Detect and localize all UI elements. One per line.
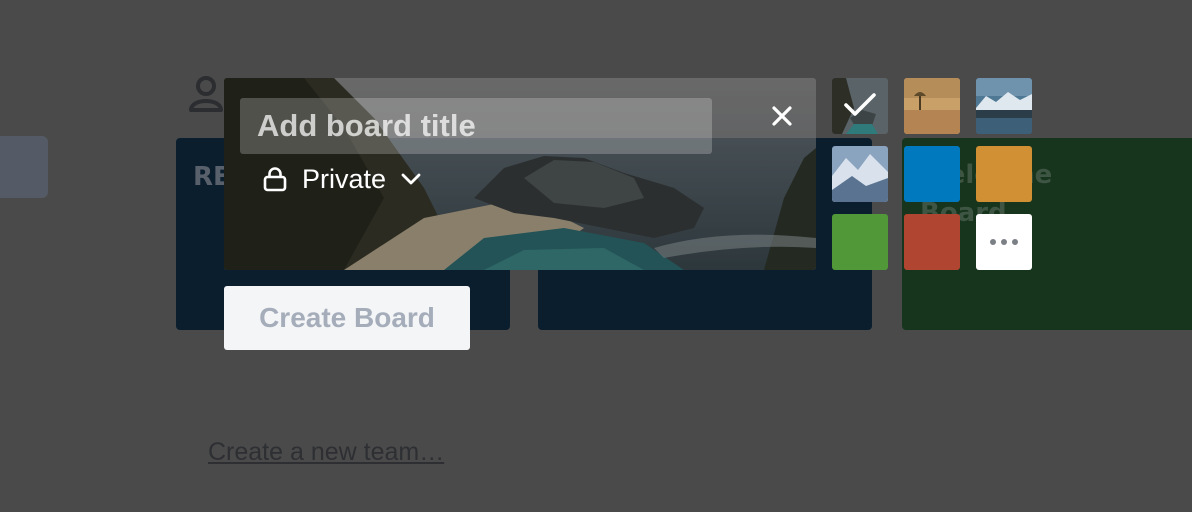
background-option-blue[interactable] [904, 146, 960, 202]
background-option-green[interactable] [832, 214, 888, 270]
person-icon [189, 76, 223, 112]
checkmark-icon [844, 93, 876, 116]
more-backgrounds-button[interactable] [976, 214, 1032, 270]
glacier-lake-thumbnail [976, 78, 1032, 134]
privacy-label: Private [302, 163, 387, 194]
snowy-mountains-thumbnail [832, 146, 888, 202]
close-icon[interactable] [764, 98, 800, 134]
background-option-savanna[interactable] [904, 78, 960, 134]
more-icon [990, 239, 1018, 245]
background-option-snowy-mountains[interactable] [832, 146, 888, 202]
create-board-button[interactable]: Create Board [224, 286, 470, 350]
lock-icon [263, 167, 287, 192]
create-team-link[interactable]: Create a new team… [208, 438, 444, 467]
background-option-orange[interactable] [976, 146, 1032, 202]
background-option-coast[interactable] [832, 78, 888, 134]
sidebar-item [0, 136, 48, 198]
page: RE Welcome Board Create a new team… [0, 0, 1192, 512]
background-option-red[interactable] [904, 214, 960, 270]
chevron-down-icon [401, 173, 421, 185]
background-option-glacier-lake[interactable] [976, 78, 1032, 134]
board-title-input[interactable] [240, 98, 712, 154]
savanna-thumbnail [904, 78, 960, 134]
privacy-selector[interactable]: Private [262, 162, 422, 196]
board-preview-tile: Private [224, 78, 816, 270]
